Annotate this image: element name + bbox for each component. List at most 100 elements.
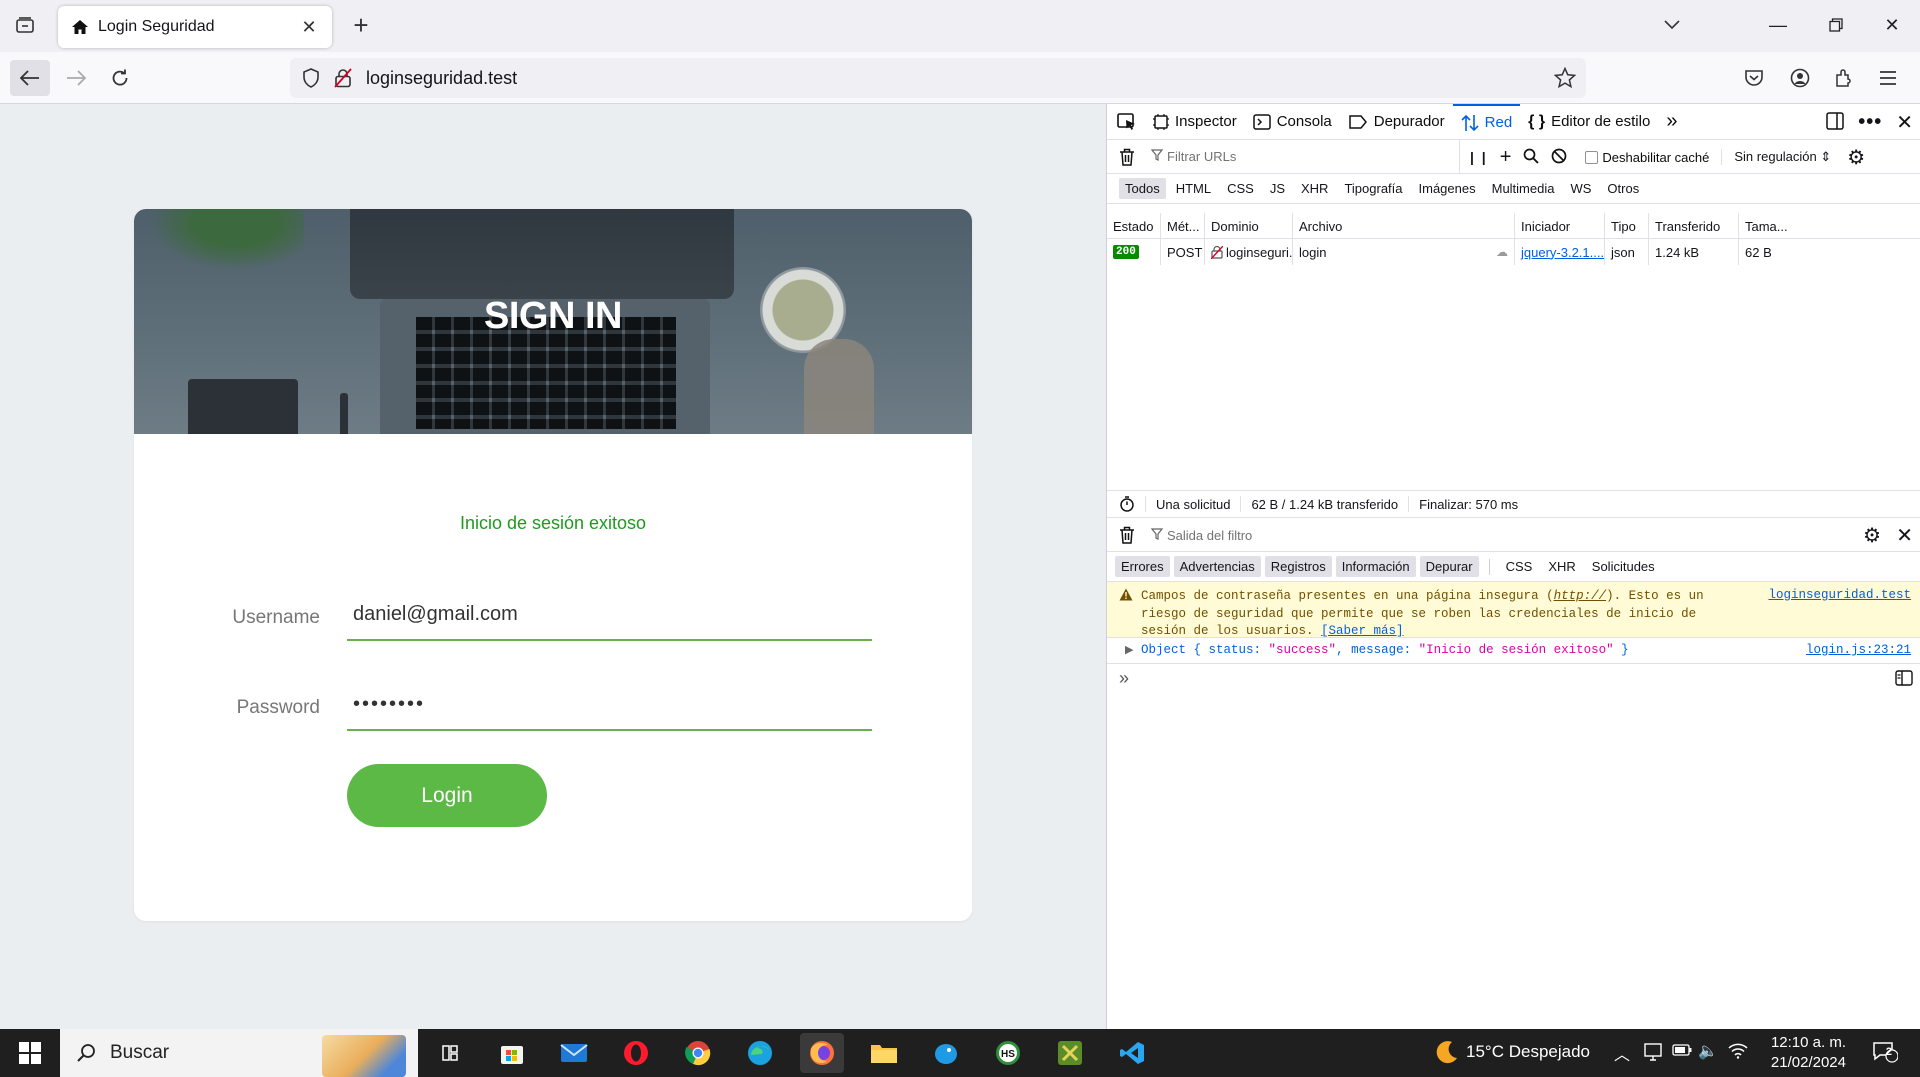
initiator-link[interactable]: jquery-3.2.1.... bbox=[1521, 245, 1604, 260]
vscode-app[interactable] bbox=[1110, 1033, 1154, 1073]
new-tab-button[interactable]: + bbox=[346, 10, 376, 40]
filter-debug[interactable]: Depurar bbox=[1419, 556, 1479, 577]
close-devtools-icon[interactable]: ✕ bbox=[1896, 110, 1913, 135]
more-tabs-button[interactable]: » bbox=[1658, 104, 1685, 140]
mail-app[interactable] bbox=[552, 1033, 596, 1073]
extensions-button[interactable] bbox=[1826, 60, 1862, 96]
task-view-button[interactable] bbox=[428, 1033, 472, 1073]
browser-tab[interactable]: Login Seguridad ✕ bbox=[58, 6, 332, 48]
pause-icon[interactable]: | | bbox=[1470, 149, 1488, 165]
filter-console-css[interactable]: CSS bbox=[1500, 556, 1539, 577]
insecure-lock-icon[interactable] bbox=[334, 68, 352, 88]
console-input[interactable]: » bbox=[1107, 664, 1920, 694]
wifi-icon[interactable] bbox=[1728, 1041, 1748, 1059]
search-icon[interactable] bbox=[1523, 148, 1540, 167]
edge-app[interactable] bbox=[738, 1033, 782, 1073]
moon-icon[interactable] bbox=[1434, 1039, 1460, 1065]
element-picker-button[interactable] bbox=[1107, 104, 1145, 140]
log-object[interactable]: Object { status: "success", message: "In… bbox=[1141, 643, 1629, 657]
filter-fonts[interactable]: Tipografía bbox=[1338, 178, 1408, 199]
bird-app[interactable] bbox=[924, 1033, 968, 1073]
filter-js[interactable]: JS bbox=[1264, 178, 1291, 199]
password-field[interactable] bbox=[347, 679, 872, 731]
close-window-button[interactable]: ✕ bbox=[1862, 0, 1920, 50]
tab-console[interactable]: Consola bbox=[1245, 104, 1340, 140]
account-button[interactable] bbox=[1782, 60, 1818, 96]
microsoft-store-app[interactable] bbox=[490, 1033, 534, 1073]
shield-icon[interactable] bbox=[302, 68, 320, 88]
filter-errors[interactable]: Errores bbox=[1115, 556, 1170, 577]
filter-urls-input[interactable]: Filtrar URLs bbox=[1150, 149, 1451, 164]
filter-html[interactable]: HTML bbox=[1170, 178, 1217, 199]
more-options-icon[interactable]: ••• bbox=[1858, 111, 1882, 134]
column-file[interactable]: Archivo bbox=[1293, 213, 1515, 239]
firefox-app[interactable] bbox=[800, 1033, 844, 1073]
url-bar[interactable]: loginseguridad.test bbox=[290, 58, 1586, 98]
taskbar-search[interactable]: Buscar bbox=[60, 1029, 418, 1077]
tab-debugger[interactable]: Depurador bbox=[1340, 104, 1453, 140]
chevron-up-icon[interactable]: ︿ bbox=[1614, 1041, 1630, 1065]
warning-http-link[interactable]: http:// bbox=[1554, 589, 1607, 603]
tab-inspector[interactable]: Inspector bbox=[1145, 104, 1245, 140]
back-button[interactable] bbox=[10, 60, 50, 96]
menu-button[interactable] bbox=[1870, 60, 1906, 96]
plus-icon[interactable]: + bbox=[1500, 146, 1512, 169]
filter-info[interactable]: Información bbox=[1335, 556, 1416, 577]
login-button[interactable]: Login bbox=[347, 764, 547, 827]
restore-button[interactable] bbox=[1806, 0, 1866, 50]
column-transferred[interactable]: Transferido bbox=[1649, 213, 1739, 239]
column-initiator[interactable]: Iniciador bbox=[1515, 213, 1605, 239]
bookmark-star-icon[interactable] bbox=[1554, 67, 1576, 89]
minimize-button[interactable]: — bbox=[1748, 0, 1808, 50]
dock-icon[interactable] bbox=[1826, 111, 1844, 133]
username-field[interactable] bbox=[347, 589, 872, 641]
editor-mode-icon[interactable] bbox=[1895, 670, 1913, 689]
filter-ws[interactable]: WS bbox=[1564, 178, 1597, 199]
volume-icon[interactable]: 🔈 bbox=[1698, 1041, 1718, 1061]
filter-other[interactable]: Otros bbox=[1601, 178, 1645, 199]
network-tray-icon[interactable] bbox=[1642, 1041, 1664, 1063]
disable-cache-checkbox[interactable]: Deshabilitar caché bbox=[1585, 150, 1709, 165]
log-source-link[interactable]: login.js:23:21 bbox=[1806, 643, 1911, 657]
url-text[interactable]: loginseguridad.test bbox=[366, 68, 517, 89]
network-settings-icon[interactable]: ⚙ bbox=[1847, 145, 1865, 170]
tab-list-button[interactable] bbox=[10, 10, 40, 40]
filter-warnings[interactable]: Advertencias bbox=[1173, 556, 1261, 577]
opera-app[interactable] bbox=[614, 1033, 658, 1073]
clear-console-icon[interactable] bbox=[1119, 526, 1135, 547]
heidisql-app[interactable]: HS bbox=[986, 1033, 1030, 1073]
filter-css[interactable]: CSS bbox=[1221, 178, 1260, 199]
filter-all[interactable]: Todos bbox=[1119, 178, 1166, 199]
tab-network[interactable]: Red bbox=[1452, 103, 1521, 140]
pocket-button[interactable] bbox=[1736, 60, 1772, 96]
trash-icon[interactable] bbox=[1119, 148, 1135, 169]
filter-console-xhr[interactable]: XHR bbox=[1542, 556, 1581, 577]
warning-source-link[interactable]: loginseguridad.test bbox=[1768, 588, 1911, 602]
filter-images[interactable]: Imágenes bbox=[1413, 178, 1482, 199]
reload-button[interactable] bbox=[100, 60, 140, 96]
throttling-select[interactable]: Sin regulación ⇕ bbox=[1721, 149, 1831, 165]
close-tab-icon[interactable]: ✕ bbox=[298, 16, 320, 38]
filter-media[interactable]: Multimedia bbox=[1486, 178, 1561, 199]
clock[interactable]: 12:10 a. m. 21/02/2024 bbox=[1771, 1033, 1846, 1073]
tab-style-editor[interactable]: { } Editor de estilo bbox=[1520, 104, 1658, 140]
filter-console-requests[interactable]: Solicitudes bbox=[1586, 556, 1661, 577]
learn-more-link[interactable]: [Saber más] bbox=[1321, 624, 1404, 638]
block-icon[interactable] bbox=[1551, 148, 1567, 167]
list-all-tabs-button[interactable] bbox=[1642, 0, 1702, 50]
weather-text[interactable]: 15°C Despejado bbox=[1466, 1042, 1590, 1062]
file-explorer-app[interactable] bbox=[862, 1033, 906, 1073]
column-size[interactable]: Tama... bbox=[1739, 213, 1789, 239]
chrome-app[interactable] bbox=[676, 1033, 720, 1073]
column-type[interactable]: Tipo bbox=[1605, 213, 1649, 239]
xampp-app[interactable] bbox=[1048, 1033, 1092, 1073]
column-status[interactable]: Estado bbox=[1107, 213, 1161, 239]
column-method[interactable]: Mét... bbox=[1161, 213, 1205, 239]
close-split-console-icon[interactable]: ✕ bbox=[1896, 523, 1913, 548]
filter-logs[interactable]: Registros bbox=[1264, 556, 1332, 577]
battery-icon[interactable] bbox=[1672, 1043, 1692, 1057]
column-domain[interactable]: Dominio bbox=[1205, 213, 1293, 239]
console-filter-input[interactable]: Salida del filtro bbox=[1150, 528, 1252, 543]
forward-button[interactable] bbox=[56, 60, 96, 96]
expand-triangle-icon[interactable]: ▶ bbox=[1125, 643, 1133, 657]
